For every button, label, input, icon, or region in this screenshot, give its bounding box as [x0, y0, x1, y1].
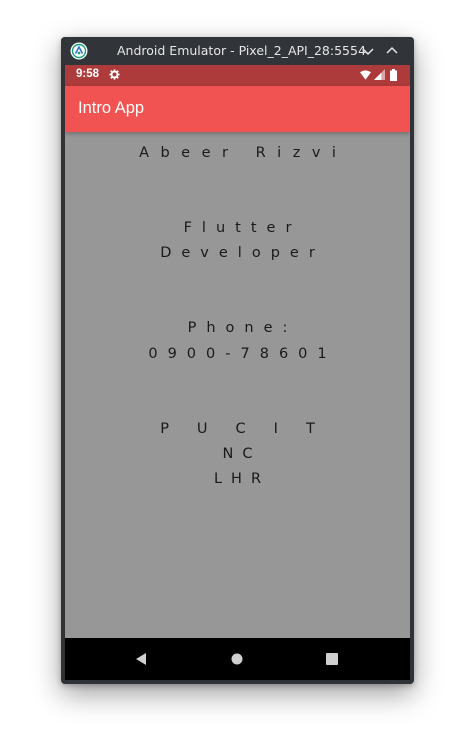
back-icon[interactable]: [133, 651, 149, 667]
wifi-icon: [360, 70, 371, 80]
chevron-down-icon[interactable]: [360, 43, 376, 59]
phone-number: 0900-78601: [148, 346, 337, 362]
recents-icon[interactable]: [324, 651, 340, 667]
home-icon[interactable]: [229, 651, 245, 667]
window-titlebar[interactable]: Android Emulator - Pixel_2_API_28:5554: [61, 37, 414, 65]
battery-icon: [390, 69, 397, 81]
window-title: Android Emulator - Pixel_2_API_28:5554: [117, 43, 366, 58]
app-bar-title: Intro App: [78, 99, 145, 117]
gear-icon: [109, 69, 120, 80]
status-bar: 9:58: [65, 65, 410, 86]
phone-label: Phone:: [187, 320, 298, 336]
university-line1: PUCIT: [160, 421, 343, 437]
university-line2: NC: [222, 446, 262, 462]
chevron-up-icon[interactable]: [384, 43, 400, 59]
signal-icon: [374, 69, 385, 80]
app-bar: Intro App: [65, 86, 410, 132]
university-line3: LHR: [213, 471, 271, 487]
role-text-line2: Developer: [160, 245, 325, 261]
navigation-bar: [65, 638, 410, 680]
role-text-line1: Flutter: [183, 220, 302, 236]
status-time: 9:58: [76, 68, 100, 80]
device-screen: 9:58 Intro App Abeer Rizvi Flutter Devel…: [65, 65, 410, 680]
android-emulator-logo-icon: [70, 42, 88, 60]
name-text: Abeer Rizvi: [139, 145, 348, 161]
